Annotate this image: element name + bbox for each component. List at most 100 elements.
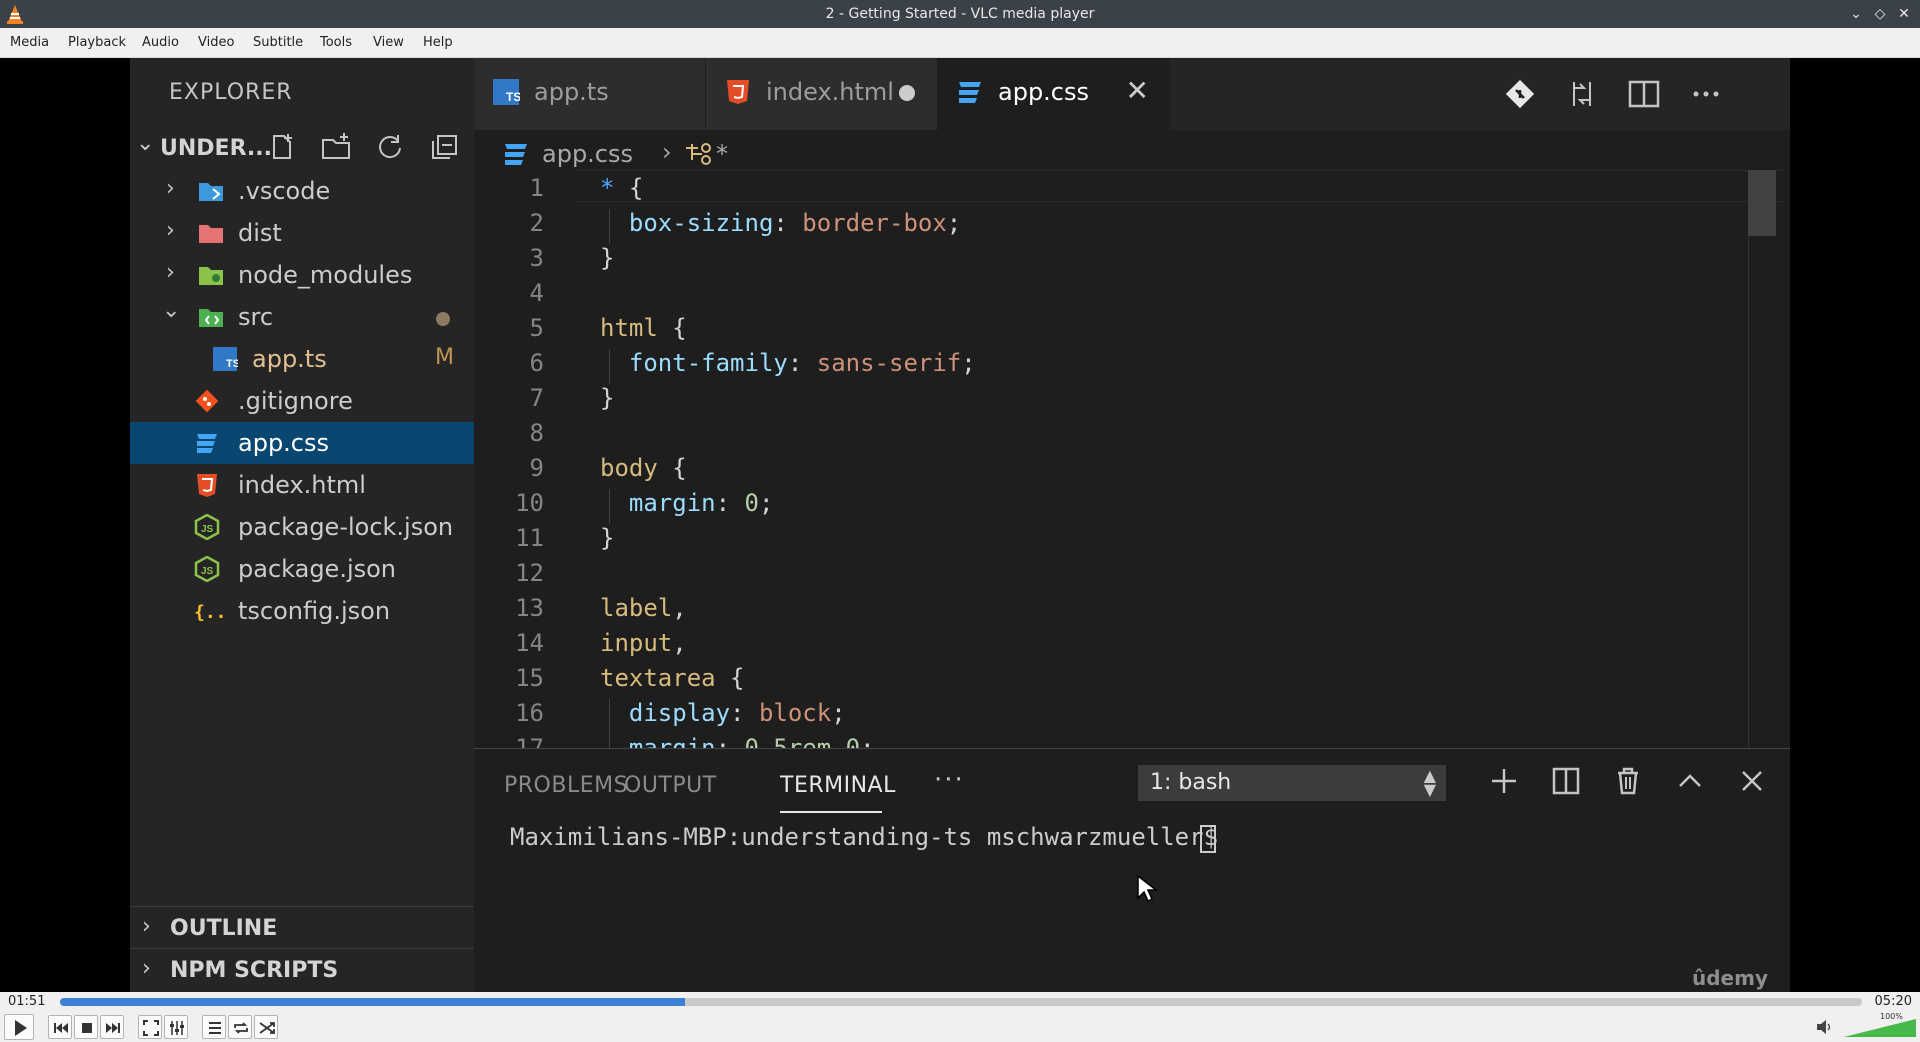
menu-subtitle[interactable]: Subtitle — [253, 35, 303, 50]
fullscreen-button[interactable] — [138, 1015, 162, 1039]
code-line: box-sizing: border-box; — [600, 209, 962, 237]
collapse-all-icon[interactable] — [428, 132, 460, 162]
code-line: body { — [600, 454, 687, 482]
playlist-button[interactable] — [202, 1015, 226, 1039]
tree-item-gitignore[interactable]: .gitignore — [130, 380, 474, 422]
menu-tools[interactable]: Tools — [320, 35, 352, 50]
menu-bar: Media Playback Audio Video Subtitle Tool… — [0, 28, 1920, 58]
tree-item-index-html[interactable]: index.html — [130, 464, 474, 506]
line-number: 11 — [515, 524, 544, 552]
line-number: 1 — [529, 174, 544, 202]
explorer-sidebar: EXPLORER ⌄ UNDER... › .vscode › dist › n… — [130, 58, 474, 992]
refresh-icon[interactable] — [374, 132, 406, 162]
npm-scripts-section[interactable]: › NPM SCRIPTS — [130, 948, 474, 990]
menu-playback[interactable]: Playback — [68, 35, 126, 50]
new-file-icon[interactable] — [266, 132, 298, 162]
code-line: font-family: sans-serif; — [600, 349, 976, 377]
seek-slider[interactable] — [60, 998, 1862, 1006]
next-button[interactable] — [100, 1015, 124, 1039]
split-terminal-icon[interactable] — [1548, 763, 1584, 799]
seek-area: 01:51 05:20 — [0, 992, 1920, 1012]
seek-progress — [60, 998, 686, 1006]
tree-item-node-modules[interactable]: › node_modules — [130, 254, 474, 296]
split-editor-icon[interactable] — [1626, 76, 1662, 112]
explorer-section-header[interactable]: ⌄ UNDER... — [130, 128, 474, 166]
open-changes-icon[interactable] — [1564, 76, 1600, 112]
chevron-down-icon: ⌄ — [162, 298, 181, 323]
tree-item-label: index.html — [238, 471, 366, 499]
tree-item-vscode[interactable]: › .vscode — [130, 170, 474, 212]
code-editor[interactable]: 1 * {2 box-sizing: border-box; 3} 4 5 html {6… — [474, 170, 1790, 748]
outline-section[interactable]: › OUTLINE — [130, 906, 474, 948]
menu-help[interactable]: Help — [423, 35, 453, 50]
line-number: 15 — [515, 664, 544, 692]
unsaved-dot-icon[interactable] — [899, 85, 915, 101]
breadcrumb-symbol[interactable]: * — [716, 140, 728, 168]
code-line: display: block; — [600, 699, 846, 727]
html-file-icon — [197, 474, 217, 497]
tab-output[interactable]: OUTPUT — [624, 773, 717, 798]
previous-button[interactable] — [48, 1015, 72, 1039]
editor-scrollbar-thumb[interactable] — [1748, 170, 1776, 236]
chevron-right-icon: › — [142, 956, 151, 981]
new-terminal-icon[interactable] — [1486, 763, 1522, 799]
tree-item-src[interactable]: ⌄ src — [130, 296, 474, 338]
active-tab-indicator — [780, 811, 882, 813]
tab-app-css[interactable]: app.css ✕ — [938, 58, 1170, 130]
tree-item-app-ts[interactable]: TS app.ts M — [130, 338, 474, 380]
line-number: 14 — [515, 629, 544, 657]
tree-item-label: app.css — [238, 429, 330, 457]
menu-view[interactable]: View — [373, 35, 404, 50]
terminal-select-value: 1: bash — [1150, 770, 1232, 795]
editor-scrollbar[interactable] — [1748, 170, 1776, 748]
loop-button[interactable] — [228, 1015, 252, 1039]
indent-guide — [609, 209, 610, 244]
html-file-icon — [727, 80, 749, 104]
current-time: 01:51 — [8, 994, 46, 1009]
tab-problems[interactable]: PROBLEMS — [504, 773, 628, 798]
line-number: 9 — [529, 454, 544, 482]
chevron-right-icon: › — [166, 218, 175, 243]
speaker-icon[interactable] — [1816, 1019, 1834, 1035]
code-line: margin: 0; — [600, 489, 774, 517]
git-compare-icon[interactable] — [1502, 76, 1538, 112]
more-panels-icon[interactable]: ··· — [934, 765, 965, 795]
play-icon — [15, 1020, 27, 1036]
tree-item-app-css[interactable]: app.css — [130, 422, 474, 464]
maximize-icon[interactable]: ◇ — [1870, 4, 1890, 24]
menu-video[interactable]: Video — [198, 35, 234, 50]
terminal-select[interactable]: 1: bash ▲ ▼ — [1138, 765, 1446, 801]
line-number: 10 — [515, 489, 544, 517]
breadcrumb-file[interactable]: app.css — [542, 140, 633, 168]
play-button[interactable] — [4, 1014, 34, 1040]
close-tab-icon[interactable]: ✕ — [1126, 74, 1149, 107]
close-window-icon[interactable]: ✕ — [1894, 4, 1914, 24]
stop-button[interactable] — [74, 1015, 98, 1039]
svg-text:{..}: {..} — [194, 602, 224, 623]
tab-terminal[interactable]: TERMINAL — [780, 773, 896, 798]
tree-item-tsconfig[interactable]: {..} tsconfig.json — [130, 590, 474, 632]
tree-item-dist[interactable]: › dist — [130, 212, 474, 254]
chevron-up-icon[interactable] — [1672, 763, 1708, 799]
outline-label: OUTLINE — [170, 916, 278, 941]
shuffle-button[interactable] — [254, 1015, 278, 1039]
line-number: 6 — [529, 349, 544, 377]
indent-guide — [609, 349, 610, 384]
code-line: input, — [600, 629, 687, 657]
new-folder-icon[interactable] — [320, 132, 352, 162]
menu-audio[interactable]: Audio — [142, 35, 179, 50]
more-actions-icon[interactable] — [1688, 76, 1724, 112]
tab-app-ts[interactable]: TS app.ts — [474, 58, 706, 130]
tab-index-html[interactable]: index.html — [706, 58, 938, 130]
tree-item-package-lock[interactable]: JS package-lock.json — [130, 506, 474, 548]
extended-settings-button[interactable] — [164, 1015, 188, 1039]
trash-icon[interactable] — [1610, 763, 1646, 799]
minimize-icon[interactable]: ⌄ — [1846, 4, 1866, 24]
menu-media[interactable]: Media — [10, 35, 49, 50]
tree-item-label: app.ts — [252, 345, 327, 373]
css-file-icon — [197, 434, 217, 453]
terminal-prompt[interactable]: Maximilians-MBP:understanding-ts mschwar… — [510, 823, 1218, 851]
close-panel-icon[interactable] — [1734, 763, 1770, 799]
tree-item-package-json[interactable]: JS package.json — [130, 548, 474, 590]
video-frame[interactable]: EXPLORER ⌄ UNDER... › .vscode › dist › n… — [0, 58, 1920, 992]
